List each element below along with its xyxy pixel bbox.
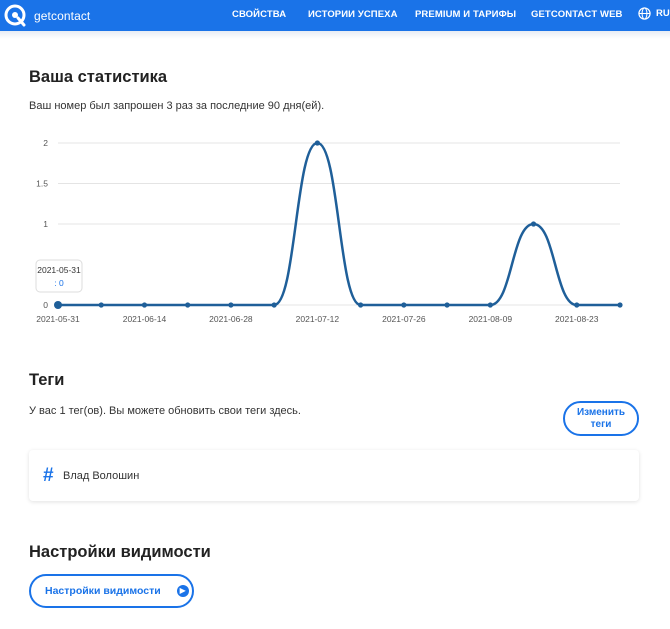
data-point [228, 302, 234, 308]
visibility-button-label: Настройки видимости [45, 585, 161, 597]
data-point [141, 302, 148, 308]
tag-label: Влад Волошин [63, 470, 140, 482]
y-tick-label: 0 [43, 300, 48, 310]
x-tick-label: 2021-07-26 [382, 314, 426, 324]
nav-success-stories[interactable]: ИСТОРИИ УСПЕХА [308, 9, 398, 20]
y-tick-label: 2 [43, 138, 48, 148]
tooltip-value: : 0 [54, 278, 64, 288]
logo-text: getcontact [34, 9, 91, 23]
stats-subtitle: Ваш номер был запрошен 3 раз за последни… [29, 100, 325, 112]
y-tick-label: 1.5 [36, 179, 48, 189]
nav-premium-pricing[interactable]: PREMIUM И ТАРИФЫ [415, 9, 516, 20]
language-switcher[interactable]: RU [638, 7, 670, 20]
tag-list-item: # Влад Волошин [29, 450, 639, 501]
language-label: RU [656, 8, 670, 19]
x-tick-label: 2021-05-31 [36, 314, 80, 324]
hash-icon: # [43, 465, 54, 486]
tooltip-date: 2021-05-31 [37, 265, 81, 275]
data-point [358, 302, 364, 308]
data-point [617, 302, 623, 308]
visibility-settings-button[interactable]: Настройки видимости ▶ [29, 574, 194, 608]
arrow-right-circle-icon: ▶ [176, 585, 189, 597]
change-tags-button[interactable]: Изменить теги [563, 401, 639, 436]
data-point [530, 221, 537, 227]
data-point [185, 302, 191, 308]
logo[interactable]: getcontact [4, 4, 90, 28]
x-tick-label: 2021-06-14 [123, 314, 167, 324]
data-point [401, 302, 407, 308]
x-tick-label: 2021-08-23 [555, 314, 599, 324]
nav-getcontact-web[interactable]: GETCONTACT WEB [531, 9, 622, 20]
visibility-title: Настройки видимости [29, 543, 211, 561]
getcontact-logo-icon [4, 4, 26, 27]
data-point [54, 301, 62, 309]
header-shadow [0, 31, 670, 39]
tags-subtitle: У вас 1 тег(ов). Вы можете обновить свои… [29, 405, 301, 417]
x-tick-label: 2021-07-12 [296, 314, 340, 324]
top-navigation-bar: getcontact СВОЙСТВА ИСТОРИИ УСПЕХА PREMI… [0, 0, 670, 31]
x-tick-label: 2021-06-28 [209, 314, 253, 324]
x-tick-label: 2021-08-09 [469, 314, 513, 324]
statistics-line-chart: 0 1 1.5 2 2021-05-31 2021-06-14 2021-06-28 2021… [35, 138, 623, 324]
nav-features[interactable]: СВОЙСТВА [232, 9, 286, 20]
stats-title: Ваша статистика [29, 68, 168, 86]
data-point [487, 302, 493, 308]
data-point [271, 302, 277, 308]
data-point [574, 302, 580, 308]
tags-title: Теги [29, 371, 65, 389]
globe-icon [638, 7, 651, 20]
y-tick-label: 1 [43, 219, 48, 229]
data-point [314, 140, 320, 146]
data-point [444, 302, 450, 308]
data-point [98, 302, 104, 308]
